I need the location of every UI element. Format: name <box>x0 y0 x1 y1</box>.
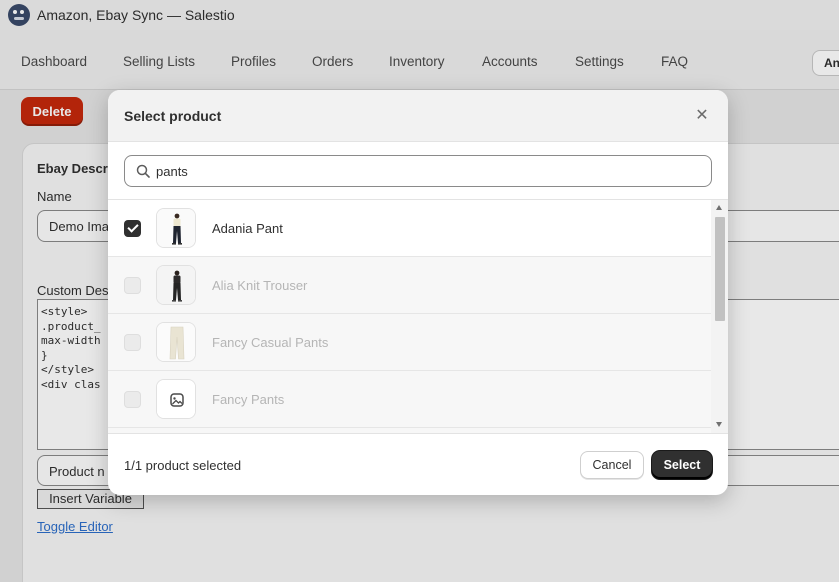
close-icon[interactable]: ✕ <box>692 106 712 126</box>
scroll-down-arrow-icon[interactable] <box>716 422 722 427</box>
product-checkbox-disabled <box>124 334 141 351</box>
product-row-partial <box>108 428 711 433</box>
product-thumbnail <box>156 208 196 248</box>
modal-header: Select product ✕ <box>108 90 728 142</box>
search-icon <box>136 164 150 178</box>
modal-title: Select product <box>124 108 222 124</box>
product-name: Fancy Casual Pants <box>212 335 329 350</box>
product-thumbnail <box>156 265 196 305</box>
list-scrollbar[interactable] <box>711 200 728 433</box>
product-row: Alia Knit Trouser <box>108 257 711 314</box>
search-input[interactable] <box>156 156 696 186</box>
scrollbar-thumb[interactable] <box>715 217 725 321</box>
product-name: Alia Knit Trouser <box>212 278 308 293</box>
product-row: Fancy Pants <box>108 371 711 428</box>
select-button[interactable]: Select <box>652 451 712 479</box>
product-checkbox-checked[interactable] <box>124 220 141 237</box>
product-checkbox-disabled <box>124 277 141 294</box>
search-box[interactable] <box>124 155 712 187</box>
product-list: Adania Pant Alia Knit Trouser Fancy Casu… <box>108 199 728 434</box>
product-name: Fancy Pants <box>212 392 285 407</box>
product-thumbnail <box>156 379 196 419</box>
product-thumbnail <box>156 322 196 362</box>
product-name: Adania Pant <box>212 221 283 236</box>
product-row: Fancy Casual Pants <box>108 314 711 371</box>
selected-count-text: 1/1 product selected <box>124 458 242 473</box>
product-checkbox-disabled <box>124 391 141 408</box>
select-product-modal: Select product ✕ Adania Pant <box>108 90 728 495</box>
scroll-up-arrow-icon[interactable] <box>716 205 722 210</box>
product-row[interactable]: Adania Pant <box>108 200 711 257</box>
cancel-button[interactable]: Cancel <box>580 451 644 479</box>
